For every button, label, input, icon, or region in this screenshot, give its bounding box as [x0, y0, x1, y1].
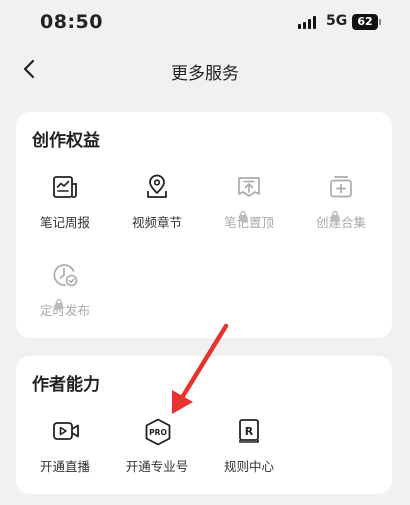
- service-item-label: 开通直播: [39, 459, 90, 474]
- service-item-note-pin[interactable]: 笔记置顶: [204, 174, 294, 246]
- newspaper-chart-icon: [53, 176, 77, 198]
- lock-icon: [331, 210, 339, 222]
- service-item-scheduled-post[interactable]: 定时发布: [20, 262, 110, 334]
- status-time: 08:50: [40, 11, 103, 33]
- service-item-note-weekly[interactable]: 笔记周报: [20, 174, 110, 246]
- page-title: 更多服务: [171, 64, 239, 84]
- service-item-video-chapters[interactable]: 视频章节: [112, 174, 202, 246]
- battery-level: 62: [357, 15, 373, 28]
- service-item-label-wrap: 定时发布: [20, 298, 110, 319]
- section-title-creation-rights: 创作权益: [32, 131, 100, 151]
- live-camera-icon: [53, 422, 79, 440]
- section-title-author-abilities: 作者能力: [32, 375, 100, 395]
- service-item-open-pro-account[interactable]: PRO 开通专业号: [112, 418, 202, 490]
- network-type: 5G: [326, 13, 348, 29]
- nav-bar: 更多服务: [0, 46, 410, 94]
- service-item-label: 规则中心: [223, 459, 274, 474]
- service-item-open-live[interactable]: 开通直播: [20, 418, 110, 490]
- lock-icon: [55, 298, 63, 310]
- service-item-label: 笔记置顶: [223, 215, 274, 230]
- rules-badge-text: R: [245, 425, 254, 438]
- pin-to-top-icon: [238, 177, 260, 197]
- pro-badge-icon: PRO: [145, 418, 171, 446]
- service-item-label: 笔记周报: [39, 215, 90, 230]
- battery-cap: [379, 19, 381, 25]
- service-item-label-wrap: 创建合集: [296, 210, 386, 231]
- pro-badge-text: PRO: [149, 428, 167, 437]
- battery-icon: 62: [352, 14, 378, 30]
- lock-icon: [239, 210, 247, 222]
- author-abilities-card: 作者能力 开通直播 PRO 开通专业号 R 规则中心: [16, 356, 392, 494]
- collection-add-icon: [330, 176, 352, 198]
- scheduled-clock-icon: [53, 264, 78, 287]
- rules-book-icon: R: [239, 419, 259, 443]
- service-item-create-collection[interactable]: 创建合集: [296, 174, 386, 246]
- status-bar: 08:50 5G 62: [0, 0, 410, 46]
- service-item-label: 视频章节: [131, 215, 182, 230]
- service-item-rules-center[interactable]: R 规则中心: [204, 418, 294, 490]
- creation-rights-card: 创作权益 笔记周报 视频章节 笔记置顶 创建合集 定时发布: [16, 112, 392, 338]
- service-item-label-wrap: 笔记置顶: [204, 210, 294, 231]
- service-item-label: 开通专业号: [125, 459, 189, 474]
- service-item-label: 定时发布: [39, 303, 90, 318]
- signal-icon: [298, 16, 320, 29]
- service-item-label: 创建合集: [315, 215, 366, 230]
- map-pin-icon: [147, 174, 167, 198]
